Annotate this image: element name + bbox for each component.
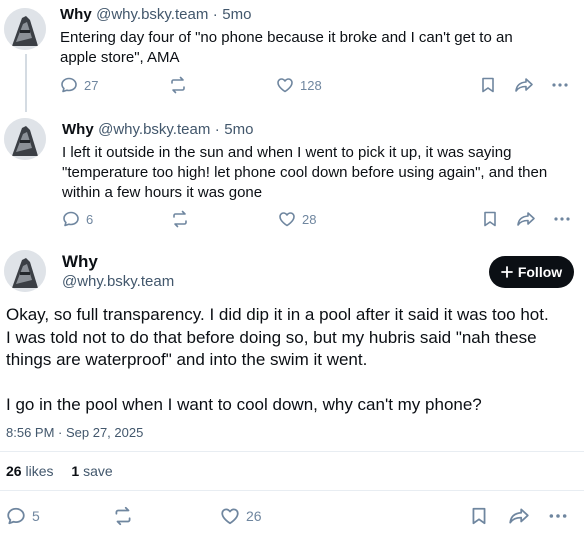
post-text-line: Okay, so full transparency. I did dip it…	[6, 305, 549, 324]
like-icon	[221, 508, 239, 525]
author-name[interactable]: Why	[62, 121, 94, 138]
post-text-line: I left it outside in the sun and when I …	[62, 144, 512, 161]
avatar-image	[4, 250, 46, 292]
post-time[interactable]: 5mo	[222, 6, 251, 23]
author-name[interactable]: Why	[60, 6, 92, 23]
engagement-stats: 26 likes 1 save	[6, 463, 113, 479]
bookmark-button[interactable]	[482, 210, 498, 228]
repost-button[interactable]	[168, 76, 188, 94]
avatar-image	[4, 8, 46, 50]
divider	[0, 451, 584, 452]
reply-count: 27	[84, 77, 99, 93]
reply-icon	[7, 507, 25, 525]
share-button[interactable]	[516, 210, 536, 228]
more-icon	[552, 83, 568, 87]
like-button[interactable]: 28	[278, 210, 316, 228]
repost-icon	[115, 506, 131, 526]
post-time[interactable]: 5mo	[224, 121, 253, 138]
bookmark-button[interactable]	[470, 506, 488, 526]
post-header: Why @why.bsky.team · 5mo	[60, 6, 251, 24]
avatar-image	[4, 118, 46, 160]
likes-stat[interactable]: 26 likes	[6, 463, 57, 479]
saves-label: save	[83, 463, 113, 479]
like-button[interactable]: 128	[276, 76, 322, 94]
divider	[0, 490, 584, 491]
saves-count: 1	[71, 463, 80, 479]
share-button[interactable]	[514, 76, 534, 94]
avatar[interactable]	[4, 118, 46, 160]
more-button[interactable]	[553, 210, 571, 228]
like-icon	[279, 212, 295, 227]
reply-button[interactable]: 27	[60, 76, 98, 94]
more-icon	[554, 217, 570, 221]
bookmark-button[interactable]	[480, 76, 496, 94]
reply-icon	[61, 77, 77, 93]
reply-button[interactable]: 6	[62, 210, 93, 228]
like-icon	[277, 78, 293, 93]
thread-line	[25, 54, 27, 112]
bookmark-icon	[484, 211, 496, 227]
repost-icon	[171, 76, 185, 94]
likes-label: likes	[25, 463, 54, 479]
bookmark-icon	[472, 507, 486, 525]
share-icon	[515, 78, 533, 92]
like-button[interactable]: 26	[220, 506, 262, 526]
repost-button[interactable]	[112, 506, 134, 526]
saves-stat[interactable]: 1 save	[71, 463, 112, 479]
bookmark-icon	[482, 77, 494, 93]
author-name[interactable]: Why	[62, 252, 98, 272]
reply-button[interactable]: 5	[6, 506, 40, 526]
plus-icon	[500, 266, 513, 278]
post-text: Entering day four of "no phone because i…	[60, 28, 513, 68]
more-icon	[549, 514, 567, 518]
post-text-line: within a few hours it was gone	[62, 184, 263, 201]
share-icon	[509, 508, 529, 524]
more-button[interactable]	[551, 76, 569, 94]
likes-count: 26	[6, 463, 22, 479]
share-icon	[517, 212, 535, 226]
avatar[interactable]	[4, 8, 46, 50]
main-post-text: Okay, so full transparency. I did dip it…	[6, 304, 549, 372]
post-text-line: apple store", AMA	[60, 49, 180, 66]
author-handle[interactable]: @why.bsky.team	[62, 273, 174, 290]
like-count: 26	[246, 508, 262, 524]
post-timestamp[interactable]: 8:56 PM · Sep 27, 2025	[6, 425, 143, 440]
post-text-line: "temperature too high! let phone cool do…	[62, 164, 548, 181]
post-text-line: I go in the pool when I want to cool dow…	[6, 395, 482, 414]
like-count: 128	[300, 77, 322, 93]
post-text-line: things are waterproof" and into the swim…	[6, 350, 368, 369]
share-button[interactable]	[508, 506, 530, 526]
like-count: 28	[302, 211, 317, 227]
follow-button[interactable]: Follow	[489, 256, 574, 288]
author-handle[interactable]: @why.bsky.team	[98, 121, 210, 138]
post-text: I left it outside in the sun and when I …	[62, 143, 547, 203]
avatar[interactable]	[4, 250, 46, 292]
reply-icon	[63, 211, 79, 227]
time-separator: ·	[214, 121, 220, 138]
reply-count: 6	[86, 211, 94, 227]
repost-icon	[173, 210, 187, 228]
repost-button[interactable]	[170, 210, 190, 228]
post-text-line: Entering day four of "no phone because i…	[60, 29, 513, 46]
time-separator: ·	[212, 6, 218, 23]
post-header: Why @why.bsky.team · 5mo	[62, 121, 253, 139]
reply-count: 5	[32, 508, 40, 524]
follow-label: Follow	[517, 264, 563, 280]
author-handle[interactable]: @why.bsky.team	[96, 6, 208, 23]
more-button[interactable]	[548, 506, 568, 526]
post-text-line: I was told not to do that before doing s…	[6, 327, 537, 347]
